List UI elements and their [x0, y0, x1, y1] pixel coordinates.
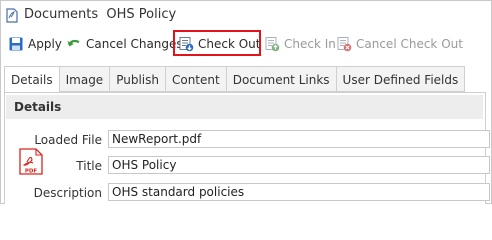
document-icon [6, 8, 18, 23]
tab-publish[interactable]: Publish [110, 66, 166, 92]
tab-user-defined-fields[interactable]: User Defined Fields [336, 66, 466, 92]
cancel-check-out-icon [337, 37, 352, 52]
details-section-header: Details [6, 95, 483, 119]
pdf-icon-label: PDF [25, 169, 38, 175]
cancel-check-out-label: Cancel Check Out [356, 37, 463, 51]
title-field[interactable]: OHS Policy [108, 156, 490, 174]
check-in-label: Check In [284, 37, 336, 51]
cancel-changes-button[interactable]: Cancel Changes [66, 31, 183, 57]
apply-label: Apply [28, 37, 62, 51]
section-title: Details [14, 100, 62, 114]
tab-content[interactable]: Content [165, 66, 227, 92]
tab-document-links[interactable]: Document Links [226, 66, 337, 92]
loaded-file-label: Loaded File [34, 133, 102, 147]
loaded-file-field[interactable]: NewReport.pdf [108, 130, 490, 148]
check-in-icon [265, 37, 280, 52]
apply-button[interactable]: Apply [8, 31, 62, 57]
description-field[interactable]: OHS standard policies [108, 183, 490, 201]
window-title: Documents OHS Policy [24, 7, 177, 22]
undo-icon [67, 39, 80, 47]
save-icon [9, 37, 23, 51]
tab-image[interactable]: Image [59, 66, 111, 92]
pdf-icon: PDF [19, 148, 43, 175]
description-label: Description [33, 186, 102, 200]
title-bar: Documents OHS Policy [0, 0, 490, 30]
tab-strip: Details Image Publish Content Document L… [4, 66, 466, 93]
check-out-highlight-box [173, 30, 261, 56]
tab-details[interactable]: Details [4, 66, 60, 93]
cancel-check-out-button[interactable]: Cancel Check Out [336, 31, 463, 57]
cancel-changes-label: Cancel Changes [86, 37, 183, 51]
check-in-button[interactable]: Check In [264, 31, 336, 57]
